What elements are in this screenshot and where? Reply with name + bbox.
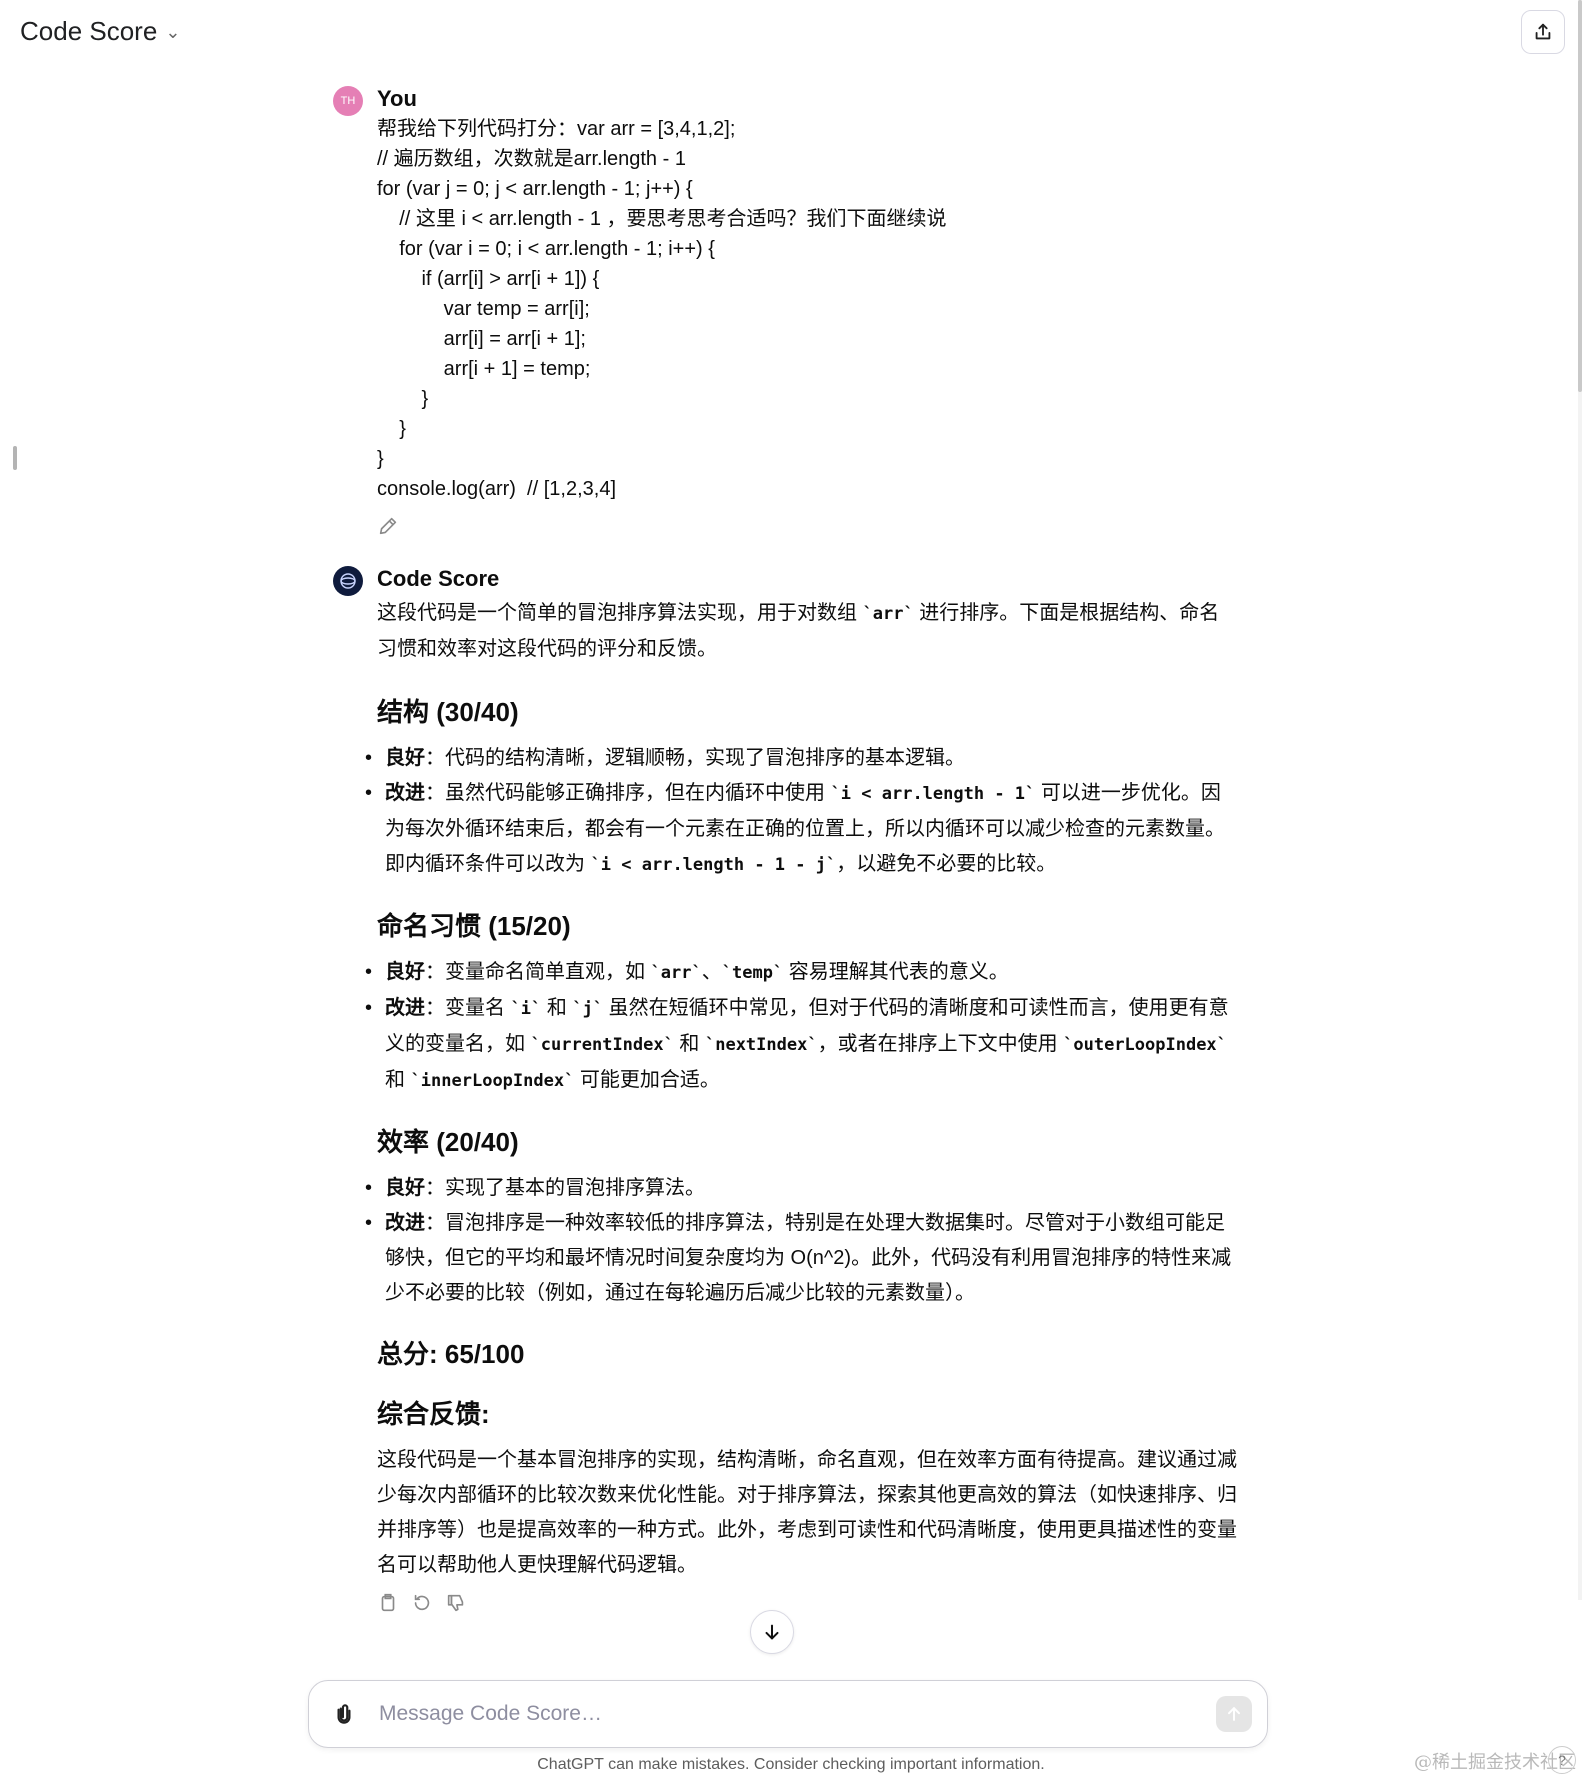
user-line: // 遍历数组，次数就是arr.length - 1 [377, 148, 686, 170]
list-item: 良好：实现了基本的冒泡排序算法。 [365, 1171, 1237, 1206]
send-button[interactable] [1216, 1696, 1252, 1732]
naming-heading: 命名习惯 (15/20) [377, 911, 571, 941]
bot-avatar [333, 566, 363, 596]
user-avatar-initials: TH [340, 95, 356, 107]
efficiency-heading: 效率 (20/40) [377, 1127, 519, 1157]
user-line: var temp = arr[i]; [377, 298, 590, 320]
scroll-to-bottom-button[interactable] [750, 1610, 794, 1654]
intro-paragraph: 这段代码是一个简单的冒泡排序算法实现，用于对数组 `arr` 进行排序。下面是根… [377, 602, 1220, 660]
pencil-icon [379, 517, 397, 535]
share-icon [1535, 23, 1551, 40]
attach-button[interactable] [331, 1701, 357, 1727]
message-actions [377, 1592, 467, 1614]
user-line: for (var i = 0; i < arr.length - 1; i++)… [377, 238, 715, 260]
message-composer [308, 1680, 1268, 1748]
user-line: arr[i + 1] = temp; [377, 358, 591, 380]
user-line: console.log(arr) // [1,2,3,4] [377, 478, 617, 500]
arrow-down-icon [765, 1624, 779, 1640]
structure-heading: 结构 (30/40) [377, 697, 519, 727]
sidebar-toggle-handle[interactable] [13, 446, 17, 470]
total-score-heading: 总分: 65/100 [377, 1339, 525, 1369]
user-line: arr[i] = arr[i + 1]; [377, 328, 586, 350]
thumbs-down-button[interactable] [445, 1592, 467, 1614]
top-bar: Code Score ⌄ [0, 0, 1582, 64]
message-input[interactable] [377, 1695, 1181, 1733]
bot-logo-icon [340, 573, 356, 589]
thumbs-down-icon [447, 1594, 464, 1612]
bot-author-name: Code Score [377, 566, 500, 591]
summary-heading: 综合反馈: [377, 1399, 490, 1429]
paperclip-icon [337, 1704, 351, 1724]
naming-list: 良好：变量命名简单直观，如 `arr`、`temp` 容易理解其代表的意义。 改… [365, 955, 1237, 1099]
chevron-down-icon: ⌄ [165, 22, 181, 42]
user-message-text: 帮我给下列代码打分：var arr = [3,4,1,2]; // 遍历数组，次… [377, 114, 947, 504]
list-item: 改进：冒泡排序是一种效率较低的排序算法，特别是在处理大数据集时。尽管对于小数组可… [365, 1206, 1237, 1311]
structure-list: 良好：代码的结构清晰，逻辑顺畅，实现了冒泡排序的基本逻辑。 改进：虽然代码能够正… [365, 741, 1237, 883]
share-button[interactable] [1521, 10, 1565, 54]
bot-message-content: 这段代码是一个简单的冒泡排序算法实现，用于对数组 `arr` 进行排序。下面是根… [365, 596, 1237, 1583]
chat-title: Code Score [20, 16, 158, 46]
user-line: if (arr[i] > arr[i + 1]) { [377, 268, 600, 290]
user-line: 帮我给下列代码打分：var arr = [3,4,1,2]; [377, 118, 736, 140]
scrollbar[interactable] [1578, 0, 1582, 1600]
regenerate-button[interactable] [411, 1592, 433, 1614]
user-line: } [377, 448, 384, 470]
user-line: } [377, 388, 429, 410]
help-button[interactable]: ? [1548, 1746, 1576, 1774]
list-item: 改进：虽然代码能够正确排序，但在内循环中使用 `i < arr.length -… [365, 776, 1237, 883]
list-item: 良好：代码的结构清晰，逻辑顺畅，实现了冒泡排序的基本逻辑。 [365, 741, 1237, 776]
user-avatar: TH [333, 86, 363, 116]
list-item: 良好：变量命名简单直观，如 `arr`、`temp` 容易理解其代表的意义。 [365, 955, 1237, 991]
copy-icon [381, 1593, 395, 1612]
copy-button[interactable] [377, 1592, 399, 1614]
model-selector[interactable]: Code Score ⌄ [20, 16, 180, 47]
user-line: // 这里 i < arr.length - 1 ，要思考思考合适吗？我们下面继… [377, 208, 947, 230]
user-author-name: You [377, 86, 417, 111]
edit-message-button[interactable] [377, 515, 399, 537]
list-item: 改进：变量名 `i` 和 `j` 虽然在短循环中常见，但对于代码的清晰度和可读性… [365, 991, 1237, 1099]
user-line: } [377, 418, 406, 440]
scrollbar-thumb[interactable] [1578, 0, 1582, 392]
summary-paragraph: 这段代码是一个基本冒泡排序的实现，结构清晰，命名直观，但在效率方面有待提高。建议… [377, 1449, 1237, 1576]
efficiency-list: 良好：实现了基本的冒泡排序算法。 改进：冒泡排序是一种效率较低的排序算法，特别是… [365, 1171, 1237, 1311]
disclaimer-text: ChatGPT can make mistakes. Consider chec… [537, 1756, 1045, 1773]
regenerate-icon [414, 1594, 430, 1611]
arrow-up-icon [1228, 1707, 1240, 1721]
user-line: for (var j = 0; j < arr.length - 1; j++)… [377, 178, 693, 200]
